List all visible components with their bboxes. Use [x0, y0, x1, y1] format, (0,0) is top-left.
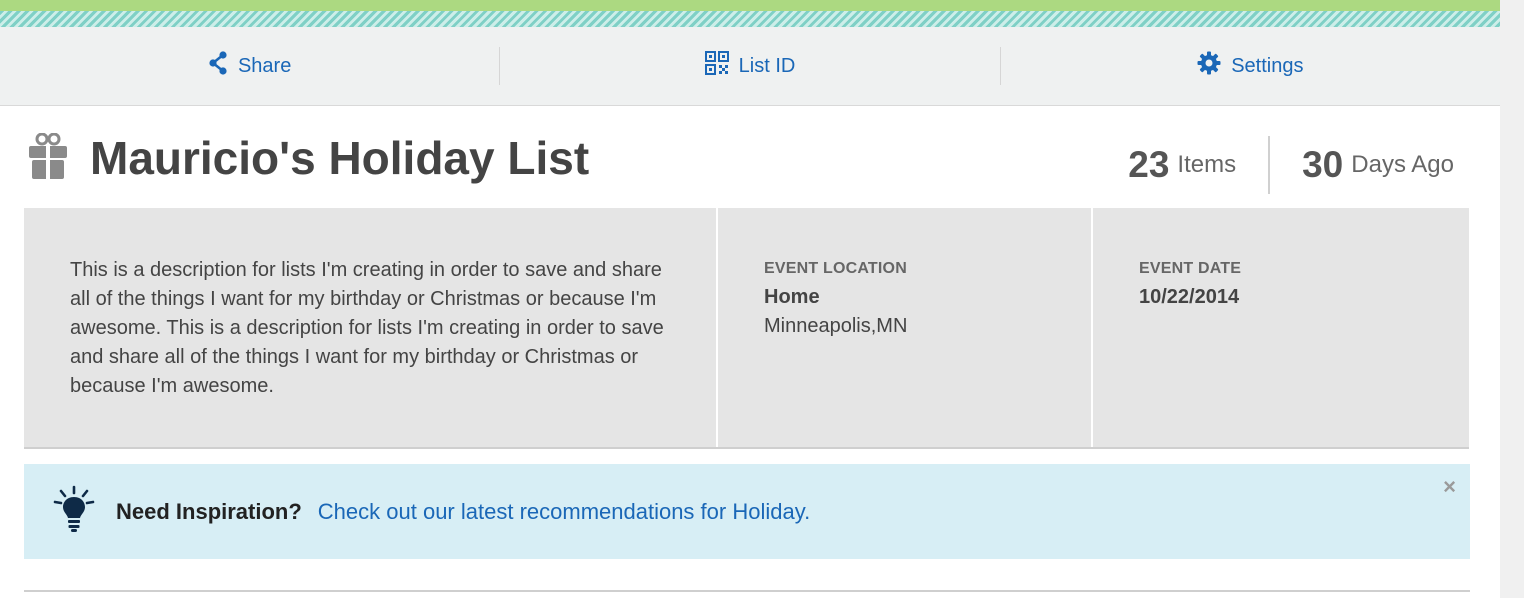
event-location-column: EVENT LOCATION Home Minneapolis,MN — [718, 208, 1093, 447]
list-id-label: List ID — [738, 54, 796, 77]
items-count: 23 — [1128, 144, 1170, 185]
top-banner — [0, 0, 1500, 11]
event-location-name: Home — [764, 286, 820, 308]
event-location-city: Minneapolis,MN — [764, 315, 908, 337]
list-details-panel: This is a description for lists I'm crea… — [24, 208, 1469, 449]
page-title: Mauricio's Holiday List — [90, 132, 590, 184]
inspiration-banner: Need Inspiration? Check out our latest r… — [24, 464, 1470, 559]
top-stripe-band — [0, 11, 1500, 27]
items-stat: 23 Items — [1128, 136, 1268, 194]
settings-label: Settings — [1231, 54, 1304, 77]
gift-icon — [29, 132, 67, 184]
event-date-label: EVENT DATE — [1139, 260, 1242, 277]
share-button[interactable]: Share — [0, 47, 499, 85]
days-count: 30 — [1302, 144, 1344, 185]
days-stat: 30 Days Ago — [1268, 136, 1454, 194]
days-label: Days Ago — [1351, 151, 1454, 178]
close-icon[interactable]: × — [1443, 476, 1456, 498]
description-column: This is a description for lists I'm crea… — [24, 208, 718, 447]
share-label: Share — [237, 54, 292, 77]
event-location-label: EVENT LOCATION — [764, 260, 907, 277]
qr-code-icon — [704, 51, 739, 81]
settings-button[interactable]: Settings — [999, 47, 1500, 85]
gear-icon — [1197, 51, 1231, 81]
inspiration-title: Need Inspiration? — [116, 498, 302, 524]
items-label: Items — [1177, 151, 1237, 178]
event-date-column: EVENT DATE 10/22/2014 — [1093, 208, 1469, 447]
lightbulb-icon — [52, 485, 96, 538]
action-bar: Share List ID Settings — [0, 27, 1500, 106]
page: Share List ID Settings Mauricio's Holida… — [0, 0, 1500, 598]
share-icon — [208, 51, 238, 81]
inspiration-link[interactable]: Check out our latest recommendations for… — [318, 499, 810, 525]
list-stats: 23 Items 30 Days Ago — [1128, 136, 1454, 194]
list-description: This is a description for lists I'm crea… — [70, 259, 664, 397]
divider — [24, 590, 1470, 592]
event-date-value: 10/22/2014 — [1139, 286, 1240, 308]
scrollbar-track[interactable] — [1500, 0, 1524, 598]
list-id-button[interactable]: List ID — [499, 47, 999, 85]
